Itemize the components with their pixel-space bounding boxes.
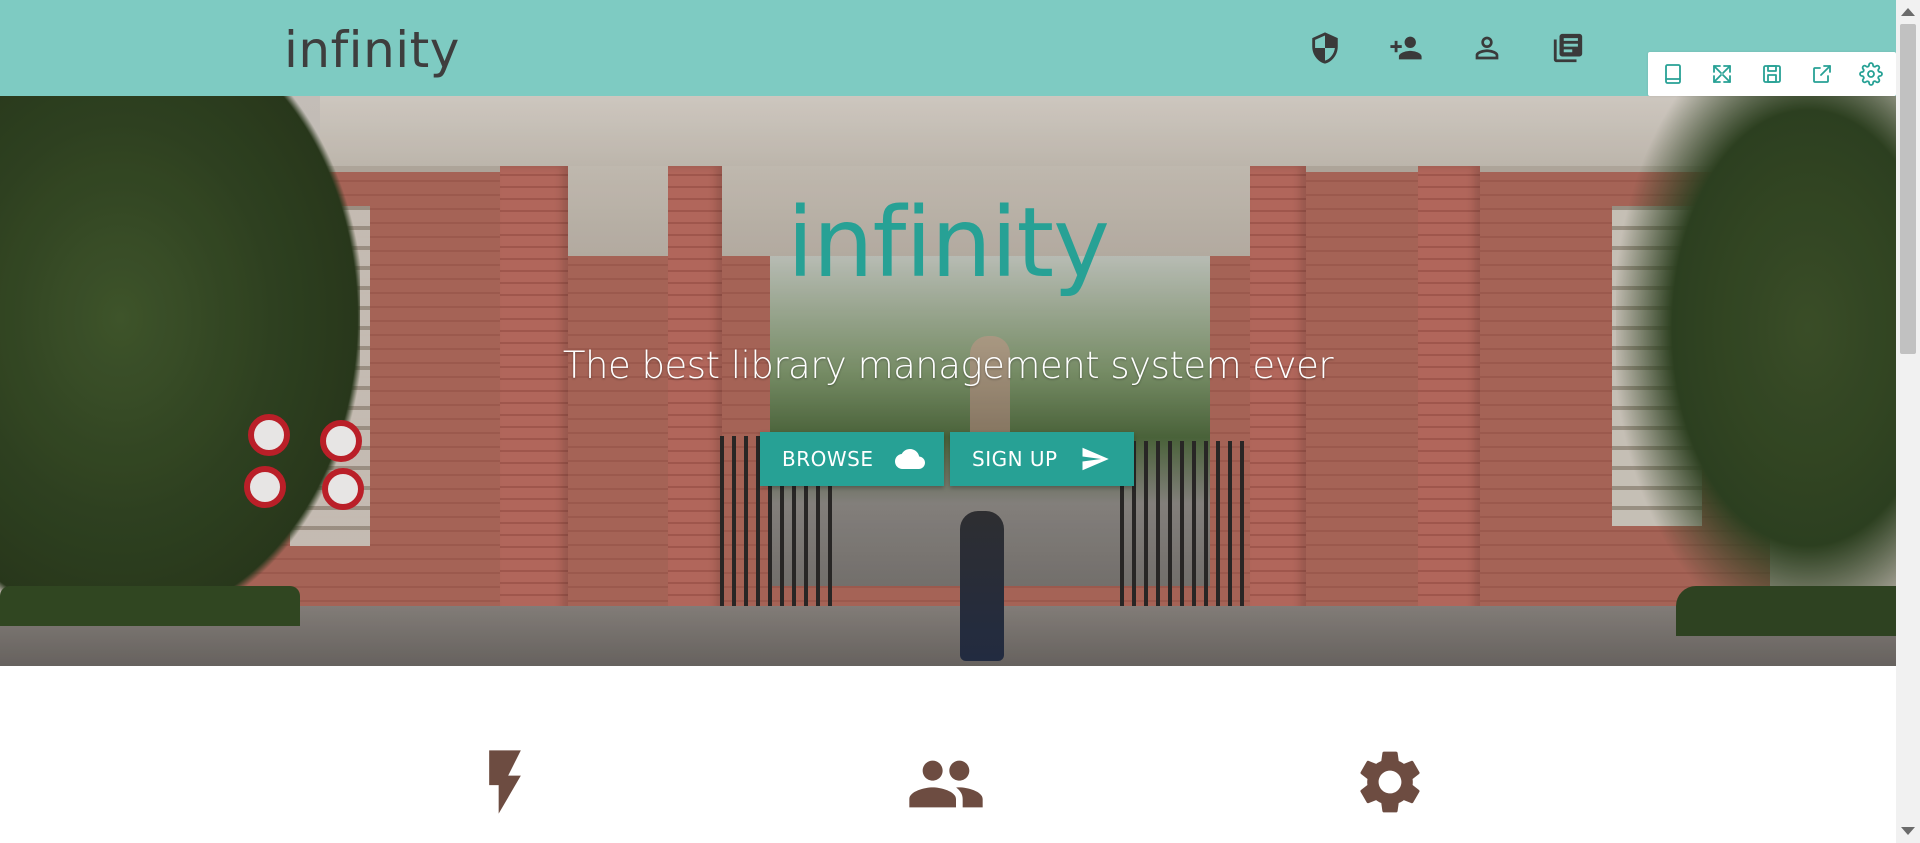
scrollbar[interactable] [1896,0,1920,843]
scroll-down-icon[interactable] [1901,827,1915,835]
brand-logo[interactable]: infinity [284,20,460,80]
gear-icon [1350,744,1430,824]
people-icon [906,744,986,824]
floating-toolbar [1648,52,1896,96]
hero-buttons: BROWSE SIGN UP [760,432,1134,486]
browse-button[interactable]: BROWSE [760,432,944,486]
person-icon[interactable] [1469,30,1505,66]
library-books-icon[interactable] [1550,30,1586,66]
page: infinity The best library management sys… [0,0,1920,843]
person-add-icon[interactable] [1388,30,1424,66]
navbar: infinity [0,0,1896,96]
features-section [0,666,1896,843]
browse-button-label: BROWSE [782,447,874,471]
scroll-thumb[interactable] [1900,24,1916,354]
hero-section: infinity The best library management sys… [0,96,1896,666]
flash-icon [465,744,545,824]
sign-up-button-label: SIGN UP [972,447,1058,471]
settings-icon[interactable] [1854,57,1888,91]
fullscreen-icon[interactable] [1705,57,1739,91]
share-icon[interactable] [1805,57,1839,91]
tablet-icon[interactable] [1656,57,1690,91]
send-icon [1080,444,1110,474]
scroll-up-icon[interactable] [1901,8,1915,16]
hero-title: infinity [787,187,1110,299]
nav-icons [1307,30,1586,66]
shield-icon[interactable] [1307,30,1343,66]
save-icon[interactable] [1755,57,1789,91]
hero-subtitle: The best library management system ever [562,344,1334,387]
cloud-icon [895,444,926,474]
sign-up-button[interactable]: SIGN UP [950,432,1134,486]
